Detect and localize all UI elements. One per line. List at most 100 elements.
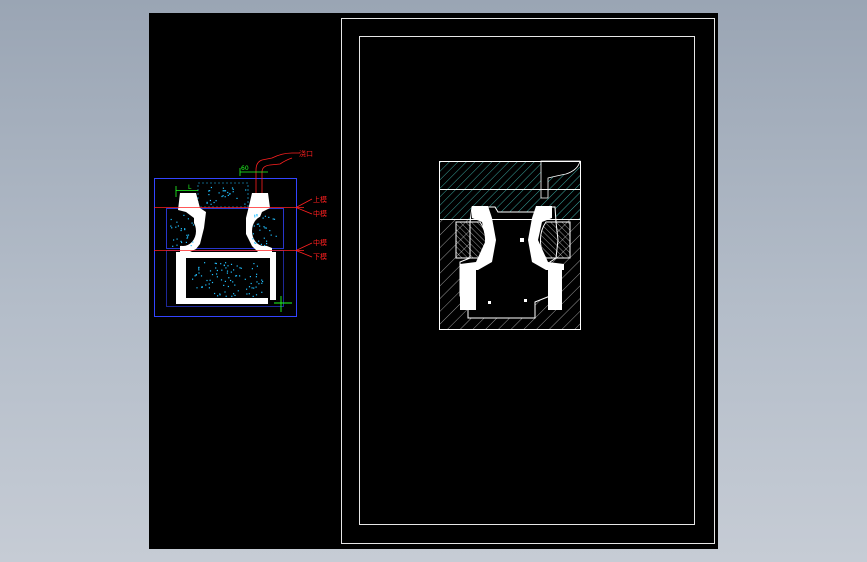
- surface-dot: [230, 271, 232, 273]
- surface-dot: [230, 263, 233, 265]
- surface-dot: [176, 221, 178, 223]
- surface-dot: [252, 233, 254, 235]
- surface-dot: [231, 187, 234, 189]
- surface-dot: [261, 291, 263, 293]
- surface-dot: [223, 264, 225, 267]
- surface-dot: [210, 203, 212, 205]
- surface-dot: [224, 280, 226, 282]
- surface-dot: [244, 203, 246, 205]
- surface-dot: [234, 294, 236, 296]
- surface-dot: [186, 237, 188, 239]
- surface-dot: [250, 282, 252, 285]
- surface-dot: [216, 273, 218, 275]
- surface-dot: [195, 274, 197, 276]
- surface-dot: [194, 275, 196, 277]
- surface-dot: [266, 243, 268, 245]
- surface-dot: [224, 190, 227, 192]
- layer-label-mid-1: 中模: [313, 209, 327, 218]
- cad-model-viewport[interactable]: L 60 浇口 上模 中模 中模 下模: [149, 13, 718, 549]
- surface-dot: [236, 197, 238, 199]
- surface-dot: [210, 186, 212, 189]
- surface-dot: [187, 234, 190, 236]
- surface-dot: [209, 270, 212, 272]
- surface-dot: [198, 272, 200, 274]
- surface-dot: [177, 225, 179, 227]
- surface-dot: [229, 193, 231, 195]
- surface-dot: [232, 191, 234, 193]
- surface-dot: [227, 285, 229, 288]
- surface-dot: [261, 279, 263, 281]
- surface-dot: [208, 194, 210, 196]
- surface-dot: [259, 229, 261, 231]
- surface-dot: [270, 234, 272, 236]
- surface-dot: [170, 225, 172, 227]
- surface-dot: [233, 293, 235, 295]
- surface-dot: [256, 214, 258, 216]
- surface-dot: [240, 267, 242, 269]
- surface-dot: [216, 269, 218, 272]
- surface-dot: [262, 280, 264, 283]
- surface-dot: [214, 292, 216, 295]
- surface-dot: [180, 240, 182, 242]
- surface-dot: [187, 236, 189, 238]
- surface-dot: [218, 192, 220, 194]
- surface-dot: [208, 283, 210, 285]
- surface-dot: [255, 294, 258, 296]
- surface-dot: [232, 188, 234, 190]
- surface-dot: [268, 216, 270, 218]
- surface-dot: [239, 275, 241, 277]
- surface-dot: [205, 284, 207, 286]
- surface-dot: [248, 293, 250, 295]
- surface-dot: [255, 286, 257, 288]
- surface-dot: [275, 235, 277, 237]
- surface-dot: [186, 234, 188, 236]
- surface-dot: [258, 240, 260, 242]
- surface-dot: [231, 295, 233, 297]
- surface-dot: [201, 286, 203, 288]
- surface-dot: [198, 269, 200, 271]
- surface-dot: [208, 287, 210, 289]
- surface-dot: [175, 226, 177, 228]
- surface-dot: [172, 245, 174, 247]
- surface-dot: [252, 238, 254, 240]
- surface-dot: [235, 275, 238, 277]
- surface-dot: [254, 242, 256, 244]
- surface-dot: [272, 218, 274, 220]
- surface-dot: [273, 218, 276, 220]
- surface-dot: [234, 284, 236, 286]
- surface-dot: [171, 227, 173, 229]
- surface-dot: [248, 286, 251, 288]
- surface-dot: [191, 222, 193, 224]
- surface-dot: [216, 276, 218, 278]
- surface-dot: [251, 268, 253, 270]
- surface-dot: [225, 267, 227, 269]
- surface-dot: [246, 293, 248, 295]
- surface-dot: [225, 262, 227, 264]
- surface-dot: [214, 262, 216, 264]
- surface-dot: [233, 269, 235, 271]
- surface-dot: [244, 278, 246, 280]
- surface-dot: [223, 284, 225, 286]
- surface-dot: [222, 190, 224, 192]
- surface-dot: [211, 274, 214, 276]
- surface-dot: [192, 224, 195, 226]
- dim-label-l: L: [188, 184, 192, 191]
- surface-dot: [269, 230, 271, 232]
- surface-dot: [253, 287, 255, 289]
- surface-dot: [225, 295, 227, 297]
- surface-dot: [264, 227, 266, 229]
- surface-dot: [254, 214, 256, 216]
- surface-dot: [192, 278, 194, 280]
- surface-dot: [200, 275, 203, 277]
- surface-dot: [209, 199, 211, 202]
- surface-dot: [215, 262, 217, 265]
- surface-dot: [264, 215, 266, 217]
- surface-dot: [256, 215, 258, 217]
- surface-dot: [227, 265, 229, 267]
- surface-dot: [211, 281, 214, 284]
- surface-dot: [258, 283, 260, 285]
- surface-dot: [183, 214, 185, 216]
- surface-dot: [224, 291, 226, 293]
- surface-dot: [219, 293, 221, 295]
- surface-dot: [206, 279, 208, 282]
